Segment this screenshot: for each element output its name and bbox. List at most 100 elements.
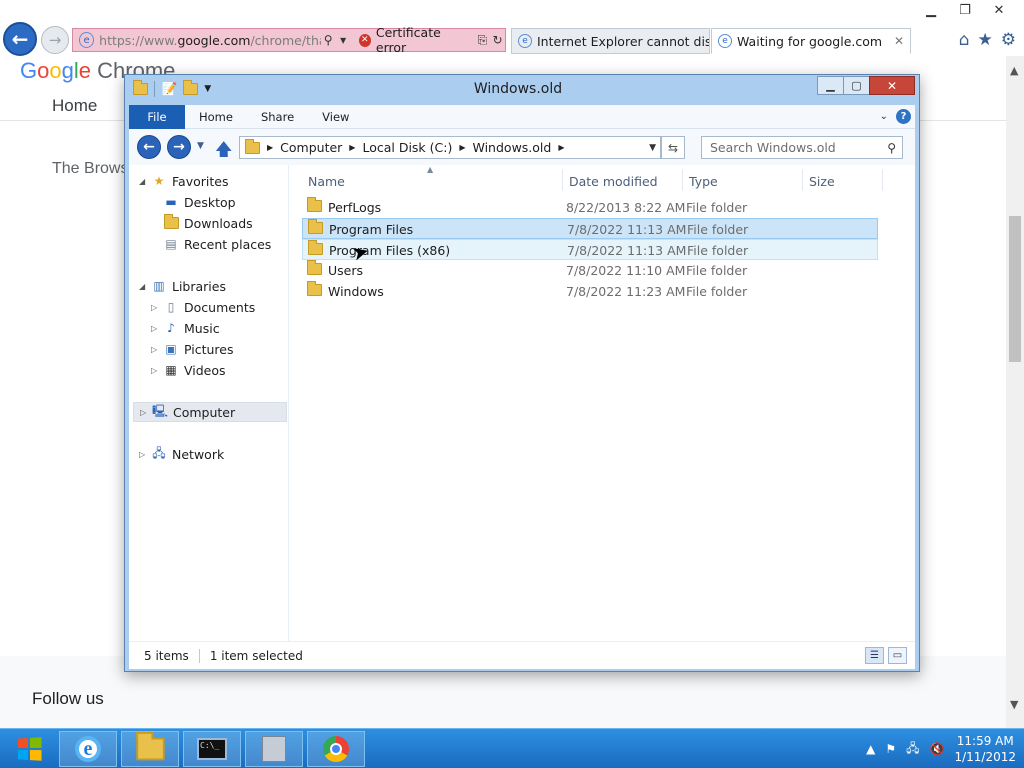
navigation-pane[interactable]: ◢ ★ Favorites ▬ Desktop Downloads ▤ Rece… bbox=[129, 165, 289, 641]
breadcrumb-windows-old[interactable]: Windows.old bbox=[473, 140, 552, 155]
help-icon[interactable]: ? bbox=[896, 109, 911, 124]
recent-locations-icon[interactable]: ▼ bbox=[197, 141, 204, 151]
file-list[interactable]: ▲ Name Date modified Type Size PerfLogs … bbox=[290, 165, 915, 641]
address-dropdown-icon[interactable]: ▼ bbox=[649, 143, 656, 153]
browser-tab[interactable]: e Internet Explorer cannot displa... bbox=[511, 28, 710, 54]
nav-videos[interactable]: ▷ ▦ Videos bbox=[151, 360, 226, 380]
column-type[interactable]: Type bbox=[689, 171, 718, 191]
nav-favorites[interactable]: ◢ ★ Favorites bbox=[139, 171, 228, 191]
breadcrumb-local-disk[interactable]: Local Disk (C:) bbox=[362, 140, 452, 155]
start-button[interactable] bbox=[6, 733, 52, 765]
scroll-down-icon[interactable]: ▼ bbox=[1010, 698, 1018, 711]
taskbar-chrome[interactable] bbox=[307, 731, 365, 767]
folder-icon bbox=[308, 240, 324, 256]
browser-close-button[interactable]: ✕ bbox=[982, 0, 1016, 20]
chevron-right-icon[interactable]: ▶ bbox=[558, 143, 564, 152]
taskbar-internet-explorer[interactable]: e bbox=[59, 731, 117, 767]
expand-icon[interactable]: ▷ bbox=[139, 450, 151, 459]
taskbar-command-prompt[interactable]: C:\_ bbox=[183, 731, 241, 767]
address-bar[interactable]: e https://www.google.com/chrome/thank-yo… bbox=[72, 25, 506, 55]
details-view-icon[interactable]: ☰ bbox=[865, 647, 884, 664]
nav-pictures[interactable]: ▷ ▣ Pictures bbox=[151, 339, 234, 359]
taskbar-file-explorer[interactable] bbox=[121, 731, 179, 767]
file-row-selected[interactable]: Program Files 7/8/2022 11:13 AM File fol… bbox=[302, 218, 878, 239]
browser-forward-button[interactable]: → bbox=[41, 26, 69, 54]
scroll-thumb[interactable] bbox=[1009, 216, 1021, 362]
minimize-button[interactable]: ▁ bbox=[817, 76, 844, 95]
explorer-titlebar[interactable]: 📝 ▼ Windows.old ▁ ▢ ✕ bbox=[125, 75, 919, 105]
collapse-icon[interactable]: ◢ bbox=[139, 282, 151, 291]
column-separator[interactable] bbox=[682, 169, 683, 191]
nav-network[interactable]: ▷ 🖧 Network bbox=[139, 444, 224, 464]
file-date: 7/8/2022 11:13 AM bbox=[567, 243, 687, 258]
file-row[interactable]: PerfLogs 8/22/2013 8:22 AM File folder bbox=[302, 197, 878, 218]
maximize-button[interactable]: ▢ bbox=[843, 76, 870, 95]
volume-muted-icon[interactable]: 🔇 bbox=[930, 742, 945, 756]
column-date-modified[interactable]: Date modified bbox=[569, 171, 658, 191]
browser-tab-active[interactable]: e Waiting for google.com ✕ bbox=[711, 28, 911, 54]
search-input[interactable]: Search Windows.old ⚲ bbox=[701, 136, 903, 159]
file-row-hover[interactable]: Program Files (x86) 7/8/2022 11:13 AM Fi… bbox=[302, 239, 878, 260]
settings-gear-icon[interactable]: ⚙ bbox=[1001, 30, 1016, 50]
refresh-icon[interactable]: ↻ bbox=[490, 33, 505, 47]
search-icon[interactable]: ⚲ bbox=[321, 33, 336, 47]
scroll-up-icon[interactable]: ▲ bbox=[1010, 64, 1018, 77]
column-name[interactable]: Name bbox=[308, 171, 345, 191]
chevron-right-icon[interactable]: ▶ bbox=[267, 143, 273, 152]
nav-desktop[interactable]: ▬ Desktop bbox=[163, 192, 235, 212]
forward-button[interactable]: → bbox=[167, 135, 191, 159]
search-icon[interactable]: ⚲ bbox=[887, 141, 896, 155]
column-separator[interactable] bbox=[882, 169, 883, 191]
file-row[interactable]: Windows 7/8/2022 11:23 AM File folder bbox=[302, 281, 878, 302]
expand-icon[interactable]: ▷ bbox=[151, 324, 163, 333]
back-button[interactable]: ← bbox=[137, 135, 161, 159]
favorites-star-icon[interactable]: ★ bbox=[978, 30, 993, 50]
breadcrumb-computer[interactable]: Computer bbox=[280, 140, 342, 155]
tab-home[interactable]: Home bbox=[185, 105, 247, 129]
taskbar-setup[interactable] bbox=[245, 731, 303, 767]
file-row[interactable]: Users 7/8/2022 11:10 AM File folder bbox=[302, 260, 878, 281]
collapse-icon[interactable]: ◢ bbox=[139, 177, 151, 186]
tab-view[interactable]: View bbox=[308, 105, 363, 129]
large-icons-view-icon[interactable]: ▭ bbox=[888, 647, 907, 664]
browser-back-button[interactable]: ← bbox=[3, 22, 37, 56]
address-url[interactable]: https://www.google.com/chrome/thank-yo bbox=[99, 33, 321, 48]
column-size[interactable]: Size bbox=[809, 171, 835, 191]
certificate-error-icon[interactable]: ✕ bbox=[358, 33, 371, 47]
page-nav-home[interactable]: Home bbox=[52, 96, 97, 116]
certificate-error-label[interactable]: Certificate error bbox=[376, 25, 469, 55]
dropdown-arrow-icon[interactable]: ▾ bbox=[336, 33, 351, 47]
window-buttons: ▁ ▢ ✕ bbox=[817, 76, 915, 95]
refresh-button[interactable]: ⇆ bbox=[661, 136, 685, 159]
column-separator[interactable] bbox=[802, 169, 803, 191]
browser-minimize-button[interactable]: ▁ bbox=[914, 0, 948, 20]
chevron-right-icon[interactable]: ▶ bbox=[349, 143, 355, 152]
up-arrow-icon[interactable]: 🡅 bbox=[215, 137, 232, 166]
tab-close-icon[interactable]: ✕ bbox=[894, 34, 904, 48]
nav-computer[interactable]: ▷ 🖳 Computer bbox=[133, 402, 287, 422]
nav-recent-places[interactable]: ▤ Recent places bbox=[163, 234, 271, 254]
expand-icon[interactable]: ▷ bbox=[151, 366, 163, 375]
expand-ribbon-icon[interactable]: ⌄ bbox=[880, 111, 888, 122]
column-separator[interactable] bbox=[562, 169, 563, 191]
page-scrollbar[interactable]: ▲ ▼ bbox=[1006, 56, 1024, 728]
close-button[interactable]: ✕ bbox=[869, 76, 915, 95]
compatibility-icon[interactable]: ⎘ bbox=[475, 33, 490, 48]
browser-restore-button[interactable]: ❐ bbox=[948, 0, 982, 20]
system-clock[interactable]: 11:59 AM 1/11/2012 bbox=[954, 733, 1016, 765]
tab-file[interactable]: File bbox=[129, 104, 185, 129]
nav-documents[interactable]: ▷ ▯ Documents bbox=[151, 297, 255, 317]
show-hidden-icons-icon[interactable]: ▲ bbox=[866, 742, 875, 756]
network-status-icon[interactable]: 🖧 bbox=[906, 739, 919, 760]
action-center-flag-icon[interactable]: ⚑ bbox=[885, 742, 896, 756]
home-icon[interactable]: ⌂ bbox=[959, 30, 970, 50]
expand-icon[interactable]: ▷ bbox=[140, 408, 152, 417]
nav-music[interactable]: ▷ ♪ Music bbox=[151, 318, 220, 338]
nav-downloads[interactable]: Downloads bbox=[163, 213, 253, 233]
chevron-right-icon[interactable]: ▶ bbox=[459, 143, 465, 152]
breadcrumb[interactable]: ▶ Computer ▶ Local Disk (C:) ▶ Windows.o… bbox=[239, 136, 661, 159]
expand-icon[interactable]: ▷ bbox=[151, 303, 163, 312]
tab-share[interactable]: Share bbox=[247, 105, 308, 129]
nav-libraries[interactable]: ◢ ▥ Libraries bbox=[139, 276, 226, 296]
expand-icon[interactable]: ▷ bbox=[151, 345, 163, 354]
